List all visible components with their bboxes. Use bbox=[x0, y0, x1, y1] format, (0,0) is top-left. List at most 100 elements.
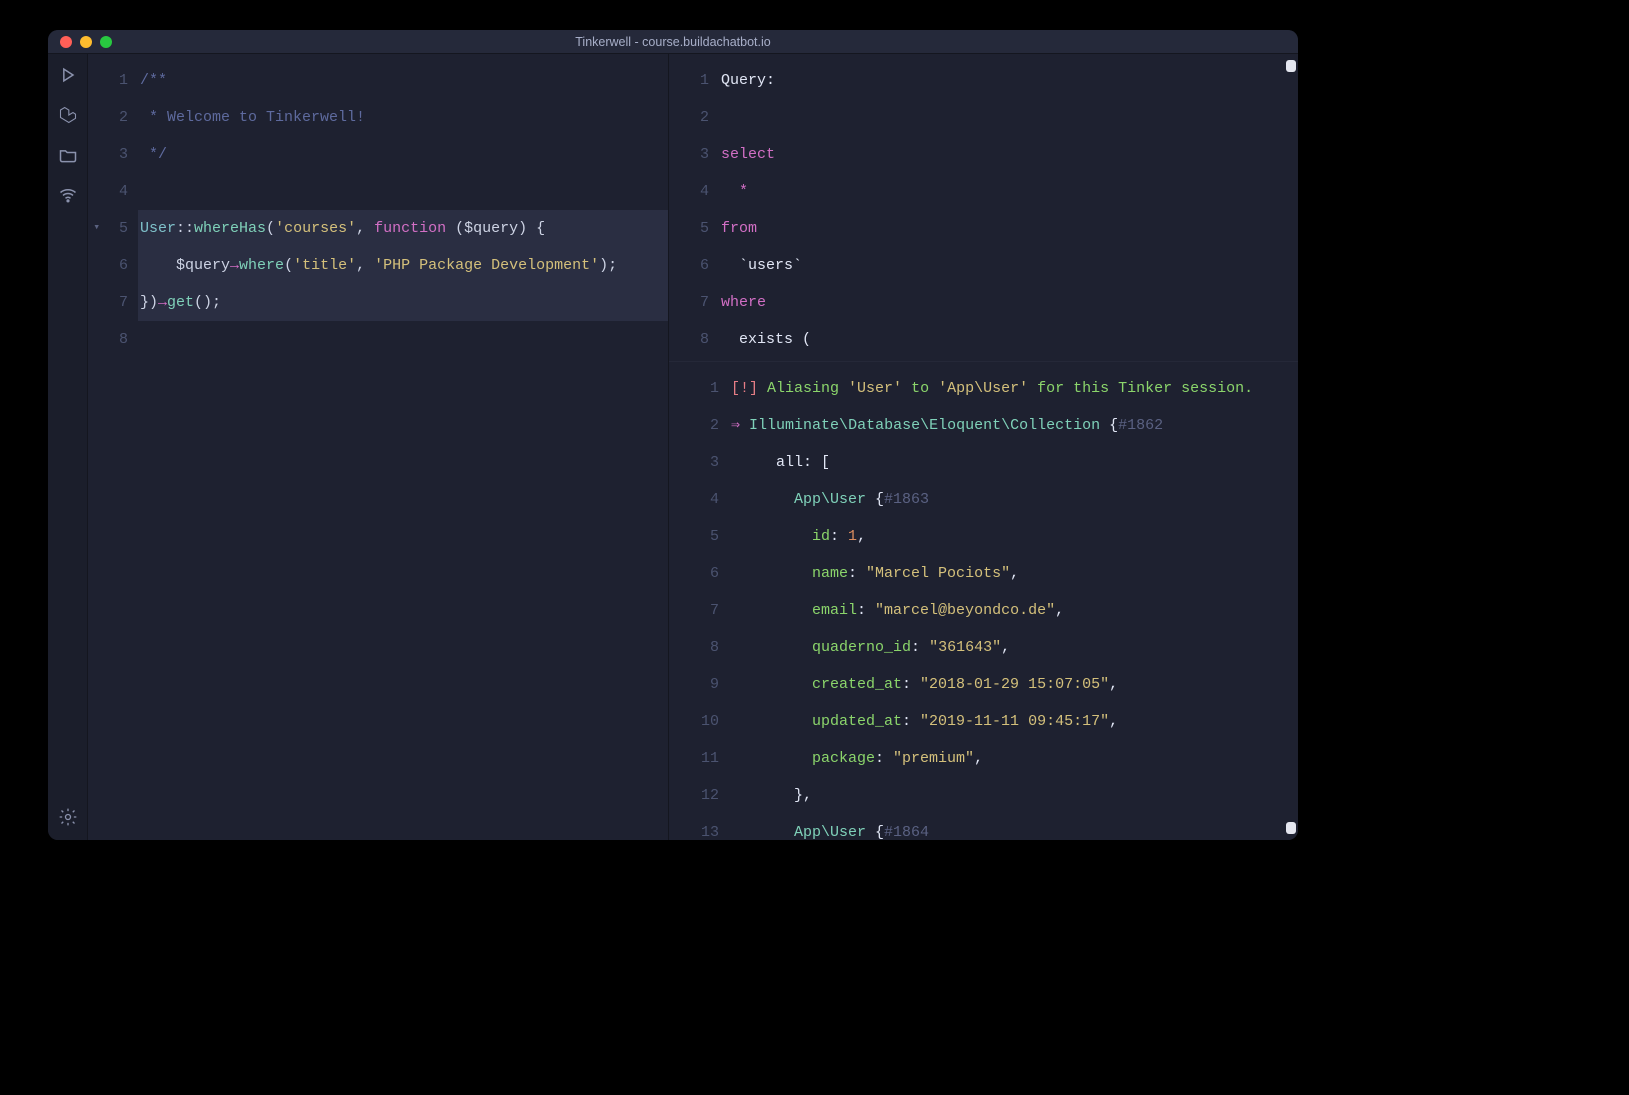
token: 'App\User' bbox=[938, 380, 1028, 397]
line-number: 3 bbox=[669, 136, 709, 173]
token: : bbox=[902, 713, 920, 730]
token: exists ( bbox=[739, 331, 811, 348]
line-number: 3 bbox=[669, 444, 719, 481]
line-number: 7 bbox=[669, 284, 709, 321]
sql-scrollbar[interactable] bbox=[1286, 60, 1296, 72]
code-line[interactable]: App\User {#1864 bbox=[729, 814, 1298, 840]
code-line[interactable]: ⇒ Illuminate\Database\Eloquent\Collectio… bbox=[729, 407, 1298, 444]
code-line[interactable]: User::whereHas('courses', function ($que… bbox=[138, 210, 668, 247]
output-code[interactable]: [!] Aliasing 'User' to 'App\User' for th… bbox=[729, 362, 1298, 840]
token bbox=[740, 417, 749, 434]
token: : bbox=[857, 602, 875, 619]
token: whereHas bbox=[194, 220, 266, 237]
close-window-button[interactable] bbox=[60, 36, 72, 48]
line-number: 6 bbox=[669, 555, 719, 592]
token: 'User' bbox=[848, 380, 902, 397]
token: , bbox=[356, 220, 374, 237]
code-line[interactable]: package: "premium", bbox=[729, 740, 1298, 777]
token: from bbox=[721, 220, 757, 237]
token bbox=[731, 824, 794, 840]
code-line[interactable]: }, bbox=[729, 777, 1298, 814]
fold-caret-icon[interactable]: ▾ bbox=[93, 210, 100, 247]
window-title: Tinkerwell - course.buildachatbot.io bbox=[48, 35, 1298, 49]
code-line[interactable]: where bbox=[719, 284, 1298, 321]
sql-pane[interactable]: 123456789 Query: select * from `users`wher… bbox=[669, 54, 1298, 362]
code-line[interactable]: App\User {#1863 bbox=[729, 481, 1298, 518]
code-line[interactable]: Query: bbox=[719, 62, 1298, 99]
line-number: 12 bbox=[669, 777, 719, 814]
minimize-window-button[interactable] bbox=[80, 36, 92, 48]
laravel-icon[interactable] bbox=[57, 104, 79, 126]
editor-code[interactable]: /** * Welcome to Tinkerwell! */User::whe… bbox=[138, 54, 668, 840]
token: "2018-01-29 15:07:05" bbox=[920, 676, 1109, 693]
token: { bbox=[866, 824, 884, 840]
code-line[interactable] bbox=[719, 99, 1298, 136]
folder-icon[interactable] bbox=[57, 144, 79, 166]
line-number: 2 bbox=[669, 99, 709, 136]
sql-code[interactable]: Query: select * from `users`where exists (… bbox=[719, 54, 1298, 361]
code-line[interactable]: [!] Aliasing 'User' to 'App\User' for th… bbox=[729, 370, 1298, 407]
line-number: 7 bbox=[88, 284, 128, 321]
token: → bbox=[158, 294, 167, 311]
code-line[interactable]: id: 1, bbox=[729, 518, 1298, 555]
token: : bbox=[902, 676, 920, 693]
line-number: 4 bbox=[669, 481, 719, 518]
code-line[interactable]: name: "Marcel Pociots", bbox=[729, 555, 1298, 592]
token: #1863 bbox=[884, 491, 929, 508]
line-number: 4 bbox=[669, 173, 709, 210]
code-line[interactable]: all: [ bbox=[729, 444, 1298, 481]
code-line[interactable]: select bbox=[719, 136, 1298, 173]
token: get bbox=[167, 294, 194, 311]
line-number: 1 bbox=[669, 62, 709, 99]
code-line[interactable]: quaderno_id: "361643", bbox=[729, 629, 1298, 666]
token: , bbox=[356, 257, 374, 274]
output-gutter: 12345678910111213 bbox=[669, 362, 729, 840]
token: , bbox=[1055, 602, 1064, 619]
code-line[interactable]: from bbox=[719, 210, 1298, 247]
sql-gutter: 123456789 bbox=[669, 54, 719, 361]
code-line[interactable]: * Welcome to Tinkerwell! bbox=[138, 99, 668, 136]
play-icon[interactable] bbox=[57, 64, 79, 86]
output-scrollbar[interactable] bbox=[1286, 822, 1296, 834]
token: , bbox=[974, 750, 983, 767]
token bbox=[140, 257, 176, 274]
token: created_at bbox=[812, 676, 902, 693]
wifi-icon[interactable] bbox=[57, 184, 79, 206]
code-line[interactable]: $query→where('title', 'PHP Package Devel… bbox=[138, 247, 668, 284]
code-line[interactable]: /** bbox=[138, 62, 668, 99]
token: 'courses' bbox=[275, 220, 356, 237]
token: function bbox=[374, 220, 446, 237]
line-number: 6 bbox=[88, 247, 128, 284]
code-line[interactable]: `users` bbox=[719, 247, 1298, 284]
gear-icon[interactable] bbox=[57, 806, 79, 828]
token: ) { bbox=[518, 220, 545, 237]
app-window: Tinkerwell - course.buildachatbot.io bbox=[48, 30, 1298, 840]
token: for this Tinker session. bbox=[1028, 380, 1253, 397]
line-number: 6 bbox=[669, 247, 709, 284]
token: App\User bbox=[794, 824, 866, 840]
code-line[interactable]: email: "marcel@beyondco.de", bbox=[729, 592, 1298, 629]
code-line[interactable]: created_at: "2018-01-29 15:07:05", bbox=[729, 666, 1298, 703]
token bbox=[721, 257, 739, 274]
line-number: 10 bbox=[669, 703, 719, 740]
token: to bbox=[902, 380, 938, 397]
window-controls bbox=[48, 36, 112, 48]
maximize-window-button[interactable] bbox=[100, 36, 112, 48]
editor-pane[interactable]: 12345▾678 /** * Welcome to Tinkerwell! *… bbox=[88, 54, 668, 840]
code-line[interactable]: exists ( bbox=[719, 321, 1298, 358]
token bbox=[731, 713, 812, 730]
code-line[interactable]: */ bbox=[138, 136, 668, 173]
line-number: 3 bbox=[88, 136, 128, 173]
output-pane[interactable]: 12345678910111213 [!] Aliasing 'User' to… bbox=[669, 362, 1298, 840]
code-line[interactable]: * bbox=[719, 173, 1298, 210]
token: : bbox=[830, 528, 848, 545]
line-number: 5 bbox=[669, 518, 719, 555]
code-line[interactable] bbox=[138, 173, 668, 210]
token bbox=[731, 491, 794, 508]
code-line[interactable] bbox=[138, 321, 668, 358]
code-line[interactable]: })→get(); bbox=[138, 284, 668, 321]
token bbox=[721, 331, 739, 348]
token: :: bbox=[176, 220, 194, 237]
code-line[interactable]: updated_at: "2019-11-11 09:45:17", bbox=[729, 703, 1298, 740]
line-number: 11 bbox=[669, 740, 719, 777]
